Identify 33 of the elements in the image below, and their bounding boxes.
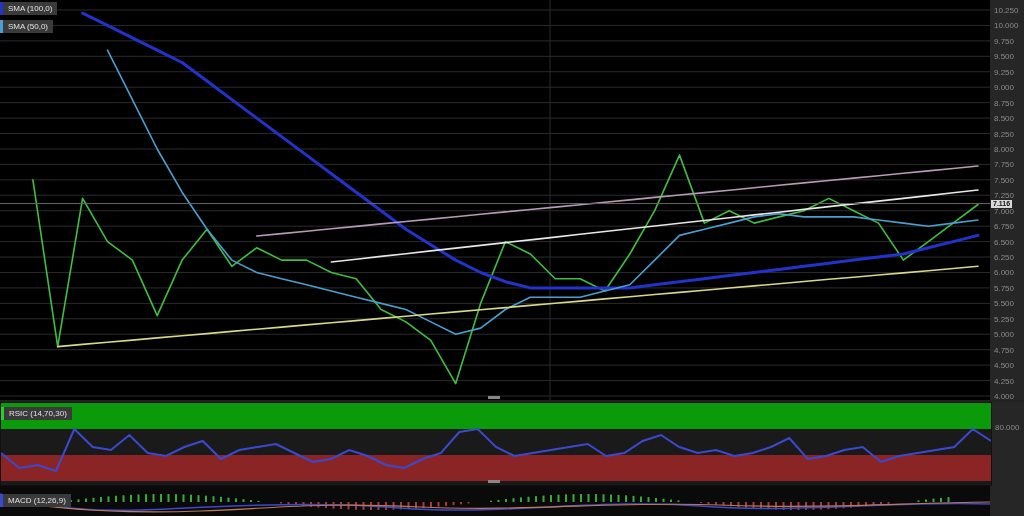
axis-tick-label: 4.000	[994, 392, 1015, 400]
axis-tick-label: 5.750	[994, 283, 1015, 293]
indicator-label[interactable]: MACD (12,26,9)	[0, 494, 71, 507]
axis-tick-label: 5.000	[994, 330, 1015, 340]
axis-tick-label: 80.000	[994, 423, 1020, 432]
axis-tick-label: 4.750	[994, 345, 1015, 355]
axis-tick-label: 8.500	[994, 114, 1015, 124]
axis-tick-label: 5.250	[994, 314, 1015, 324]
axis-tick-label: 6.000	[994, 268, 1015, 278]
indicator-label[interactable]: RSIC (14,70,30)	[1, 407, 72, 420]
axis-tick-label: 5.500	[994, 299, 1015, 309]
axis-tick-label: 9.250	[994, 67, 1015, 77]
axis-tick-label: 10.250	[994, 6, 1019, 15]
axis-tick-label: 9.500	[994, 52, 1015, 62]
indicator-label[interactable]: SMA (50,0)	[0, 20, 53, 33]
axis-tick-label: 7.500	[994, 175, 1015, 185]
axis-tick-label: 8.000	[994, 144, 1015, 154]
axis-tick-label: 9.000	[994, 83, 1015, 93]
resize-handle[interactable]	[488, 480, 500, 483]
axis-tick-label: 9.750	[994, 36, 1015, 46]
axis-tick-label: 6.250	[994, 253, 1015, 263]
axis-tick-label: 6.500	[994, 237, 1015, 247]
axis-tick-label: 7.000	[994, 206, 1015, 216]
axis-tick-label: 6.750	[994, 222, 1015, 232]
axis-tick-label: 8.250	[994, 129, 1015, 139]
axis-tick-label: 7.750	[994, 160, 1015, 170]
indicator-label[interactable]: SMA (100,0)	[0, 2, 58, 15]
axis-tick-label: 4.250	[994, 376, 1015, 386]
axis-tick-label: 8.750	[994, 98, 1015, 108]
axis-tick-label: 4.500	[994, 361, 1015, 371]
axis-tick-label: 7.250	[994, 191, 1015, 201]
axis-tick-label: 10.000	[994, 21, 1019, 31]
resize-handle[interactable]	[488, 396, 500, 399]
